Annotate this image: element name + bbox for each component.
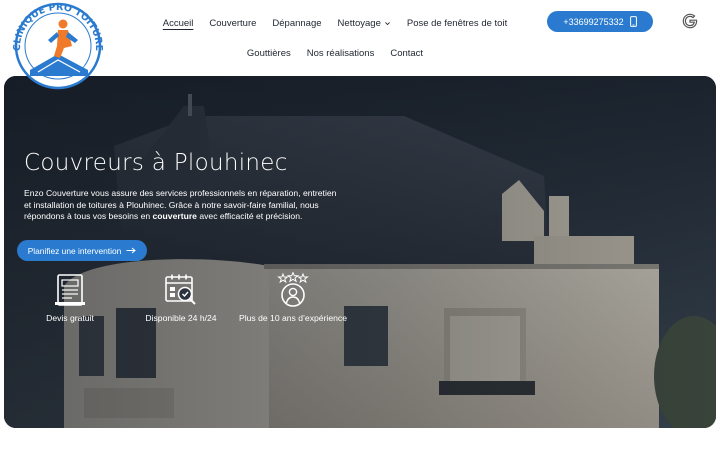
phone-number: +33699275332	[563, 16, 624, 27]
nav-item-pose-fenetres[interactable]: Pose de fenêtres de toit	[407, 18, 507, 29]
arrow-right-icon	[126, 247, 137, 254]
feature-label: Disponible 24 h/24	[145, 313, 217, 323]
hero-section: Couvreurs à Plouhinec Enzo Couverture vo…	[4, 76, 716, 428]
hero-text-bold[interactable]: couverture	[153, 211, 197, 221]
plan-intervention-button[interactable]: Planifiez une intervention	[17, 240, 147, 261]
chevron-down-icon	[384, 21, 390, 25]
nav-row-primary: Accueil Couverture Dépannage Nettoyage P…	[150, 0, 520, 46]
nav-item-label: Gouttières	[246, 47, 291, 59]
mobile-phone-icon	[629, 16, 637, 27]
feature-label: Plus de 10 ans d’expérience	[239, 313, 347, 323]
nav-row-secondary: Gouttières Nos réalisations Contact	[150, 44, 520, 59]
nav-item-accueil[interactable]: Accueil	[163, 18, 194, 29]
quote-form-icon	[55, 274, 85, 306]
expert-stars-icon	[277, 272, 309, 307]
nav-item-label: Couverture	[209, 17, 257, 29]
nav-item-label: Nettoyage	[337, 17, 381, 29]
nav-item-gouttieres[interactable]: Gouttières	[247, 48, 291, 59]
calendar-clock-icon	[165, 274, 196, 305]
feature-label: Devis gratuit	[46, 313, 94, 323]
nav-item-couverture[interactable]: Couverture	[209, 18, 256, 29]
nav-item-label: Contact	[390, 47, 424, 59]
feature-devis: Devis gratuit	[15, 272, 125, 324]
nav-item-label: Dépannage	[272, 17, 322, 29]
feature-experience: Plus de 10 ans d’expérience	[238, 272, 348, 324]
phone-call-button[interactable]: +33699275332	[547, 11, 653, 32]
nav-item-label: Nos réalisations	[306, 47, 375, 59]
nav-item-label: Accueil	[162, 17, 194, 29]
cta-label: Planifiez une intervention	[27, 245, 122, 256]
nav-item-depannage[interactable]: Dépannage	[272, 18, 321, 29]
logo[interactable]: CLINIQUE PRO TOITURE	[8, 0, 108, 90]
nav-item-realisations[interactable]: Nos réalisations	[307, 48, 375, 59]
hero-description: Enzo Couverture vous assure des services…	[24, 188, 340, 223]
nav-item-nettoyage[interactable]: Nettoyage	[338, 18, 391, 29]
hero-text-part: avec efficacité et précision.	[196, 211, 303, 222]
hero-title: Couvreurs à Plouhinec	[24, 150, 288, 176]
google-icon[interactable]	[680, 11, 700, 31]
nav-item-label: Pose de fenêtres de toit	[406, 17, 508, 29]
main-nav: Accueil Couverture Dépannage Nettoyage P…	[150, 0, 520, 59]
nav-item-contact[interactable]: Contact	[390, 48, 423, 59]
site-header: CLINIQUE PRO TOITURE Accueil Couverture …	[0, 0, 720, 90]
feature-disponible: Disponible 24 h/24	[126, 272, 236, 324]
